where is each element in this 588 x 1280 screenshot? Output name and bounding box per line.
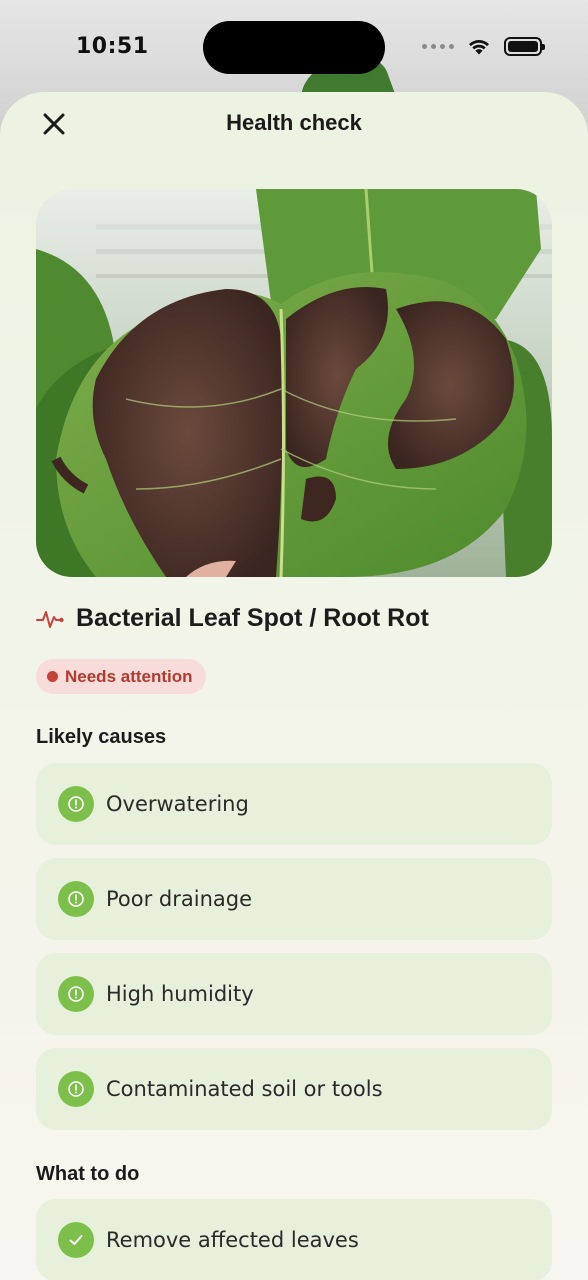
alert-circle-icon <box>58 1071 94 1107</box>
cellular-signal-icon <box>422 43 454 49</box>
status-time: 10:51 <box>76 34 149 59</box>
cause-label: Contaminated soil or tools <box>106 1077 383 1101</box>
check-circle-icon <box>58 1222 94 1258</box>
alert-dot-icon <box>47 671 58 682</box>
sheet-header: Health check <box>0 92 588 156</box>
status-badge-label: Needs attention <box>65 666 193 686</box>
alert-circle-icon <box>58 786 94 822</box>
cause-card[interactable]: Overwatering <box>36 763 552 845</box>
action-label: Remove affected leaves <box>106 1228 359 1252</box>
status-icons <box>422 36 545 56</box>
sheet-title: Health check <box>226 110 362 135</box>
status-bar: 10:51 <box>0 0 588 92</box>
cause-label: Poor drainage <box>106 887 253 911</box>
status-badge: Needs attention <box>36 659 206 694</box>
cause-label: Overwatering <box>106 792 249 816</box>
actions-heading: What to do <box>36 1163 140 1185</box>
cause-label: High humidity <box>106 982 254 1006</box>
cause-card[interactable]: Contaminated soil or tools <box>36 1048 552 1130</box>
wifi-icon <box>469 40 489 55</box>
causes-heading: Likely causes <box>36 726 167 748</box>
battery-icon <box>504 36 545 56</box>
alert-circle-icon <box>58 976 94 1012</box>
diagnosis-row: Bacterial Leaf Spot / Root Rot <box>36 604 429 633</box>
diagnosis-title: Bacterial Leaf Spot / Root Rot <box>76 604 429 632</box>
heartbeat-icon <box>36 610 64 628</box>
health-check-sheet: Health check Bacterial Leaf Spot / Root … <box>0 92 588 1280</box>
alert-circle-icon <box>58 881 94 917</box>
action-card[interactable]: Remove affected leaves <box>36 1199 552 1280</box>
cause-card[interactable]: High humidity <box>36 953 552 1035</box>
cause-card[interactable]: Poor drainage <box>36 858 552 940</box>
plant-photo <box>36 189 552 577</box>
dynamic-island <box>203 21 385 74</box>
